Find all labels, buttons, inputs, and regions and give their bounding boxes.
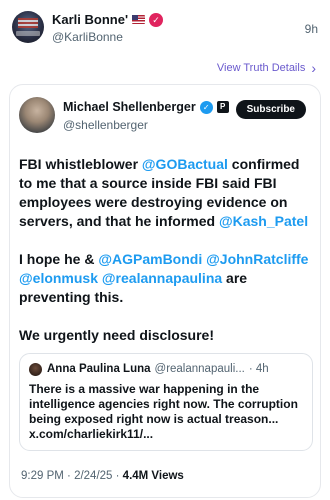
- post-paragraph: FBI whistleblower @GOBactual confirmed t…: [19, 155, 315, 231]
- chevron-right-icon: ›: [311, 60, 316, 76]
- verified-badge-icon: ✓: [149, 12, 164, 27]
- author-name-row: Karli Bonne' ✓: [52, 12, 164, 27]
- avatar[interactable]: [29, 363, 42, 376]
- view-truth-details-link[interactable]: View Truth Details ›: [217, 60, 316, 76]
- quoted-post-text: There is a massive war happening in the …: [29, 382, 298, 441]
- mention-link[interactable]: @AGPamBondi: [98, 251, 202, 267]
- view-truth-details-label: View Truth Details: [216, 62, 306, 74]
- meta-separator: ·: [63, 470, 75, 482]
- post-body: FBI whistleblower @GOBactual confirmed t…: [19, 155, 315, 364]
- quoted-post[interactable]: Anna Paulina Luna @realannapauli... · 4h…: [19, 353, 313, 451]
- quoted-author-name[interactable]: Anna Paulina Luna: [47, 363, 151, 375]
- p-badge-icon: P: [216, 101, 229, 113]
- mention-link[interactable]: @elonmusk: [19, 270, 98, 286]
- mention-link[interactable]: @JohnRatcliffe: [206, 251, 308, 267]
- truth-header: Karli Bonne' ✓ @KarliBonne 9h: [0, 0, 330, 58]
- quoted-author-handle[interactable]: @realannapauli...: [155, 363, 245, 375]
- mention-link[interactable]: @realannapaulina: [102, 270, 222, 286]
- post-views: 4.4M Views: [122, 470, 184, 482]
- post-author-handle[interactable]: @shellenberger: [63, 118, 148, 132]
- post-paragraph: We urgently need disclosure!: [19, 327, 215, 343]
- post-author-name[interactable]: Michael Shellenberger: [63, 100, 196, 114]
- avatar-text-graphic: [16, 31, 40, 36]
- meta-separator: ·: [112, 470, 123, 482]
- post-meta: 9:29 PM · 2/24/25 · 4.4M Views: [21, 470, 184, 482]
- avatar[interactable]: [19, 97, 55, 133]
- verified-check-icon: ✓: [199, 100, 213, 114]
- post-time-ago: 9h: [304, 22, 318, 36]
- avatar-flag-graphic: [18, 18, 38, 28]
- quoted-post-header: Anna Paulina Luna @realannapauli... · 4h: [47, 363, 269, 375]
- mention-link[interactable]: @Kash_Patel: [219, 213, 308, 229]
- post-date: 2/24/25: [74, 470, 113, 482]
- quoted-post-time: · 4h: [248, 363, 269, 375]
- author-display-name[interactable]: Karli Bonne': [52, 12, 128, 27]
- mention-link[interactable]: @GOBactual: [142, 156, 228, 172]
- author-handle[interactable]: @KarliBonne: [52, 30, 123, 44]
- post-text: I hope he &: [19, 251, 99, 267]
- post-text: FBI whistleblower: [19, 156, 142, 172]
- subscribe-button[interactable]: Subscribe: [235, 100, 306, 119]
- post-author-row: Michael Shellenberger ✓ P: [63, 100, 229, 114]
- embedded-post-card[interactable]: Michael Shellenberger ✓ P @shellenberger…: [9, 84, 321, 498]
- avatar[interactable]: [12, 11, 44, 43]
- post-time: 9:29 PM: [21, 470, 64, 482]
- us-flag-icon: [132, 15, 146, 24]
- post-paragraph: I hope he & @AGPamBondi @JohnRatcliffe @…: [19, 250, 315, 307]
